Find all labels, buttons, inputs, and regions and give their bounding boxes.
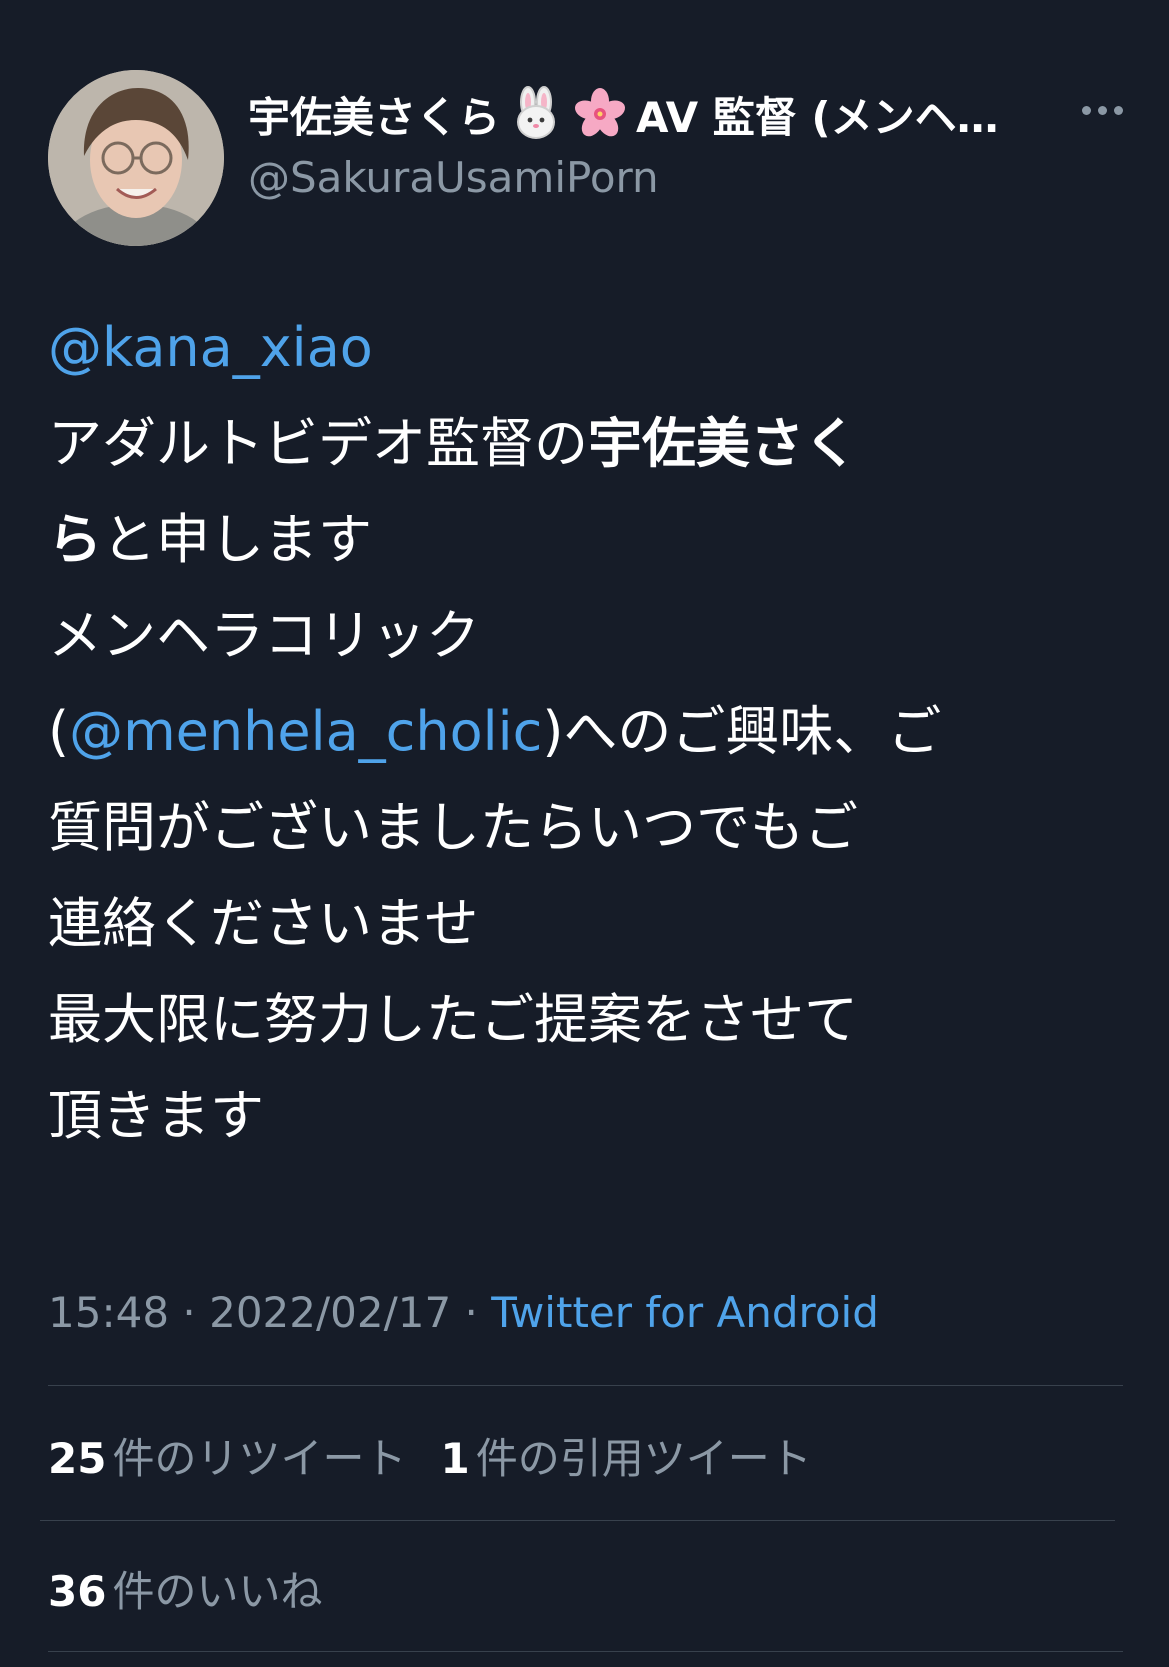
tweet-line-6: 質問がございましたらいつでもご [48, 780, 1128, 876]
tweet-line-5: (@menhela_cholic)へのご興味、ご [48, 684, 1128, 780]
tweet-text-segment: へのご興味、ご [563, 700, 942, 763]
display-name-suffix: AV 監督 (メンヘ… [636, 92, 999, 142]
more-dot [1082, 105, 1091, 115]
meta-separator: · [451, 1288, 492, 1337]
retweet-quote-stats: 25 件のリツイート 1 件の引用ツイート [48, 1425, 846, 1485]
retweets-link[interactable]: 25 件のリツイート [48, 1425, 406, 1486]
tweet-line-1: @kana_xiao [48, 300, 1128, 396]
quote-tweets-count: 1 [440, 1433, 470, 1483]
tweet-text-segment: 質問がございましたらいつでもご [48, 796, 858, 859]
more-options-icon[interactable] [1053, 90, 1123, 130]
tweet-date[interactable]: 2022/02/17 [209, 1288, 451, 1337]
close-paren: ) [542, 700, 564, 763]
likes-link[interactable]: 36 件のいいね [48, 1558, 322, 1619]
divider [40, 1520, 1115, 1521]
tweet-line-4: メンヘラコリック [48, 588, 1128, 684]
tweet-text-segment: メンヘラコリック [48, 604, 480, 667]
display-name-row[interactable]: 宇佐美さくら AV 監督 (メンヘ… [248, 86, 1008, 142]
divider [48, 1651, 1123, 1652]
likes-label: 件のいいね [112, 1566, 323, 1616]
rabbit-face-icon [517, 86, 556, 139]
bold-name-segment: ら [48, 508, 102, 571]
avatar[interactable] [48, 70, 224, 246]
likes-count: 36 [48, 1566, 107, 1616]
mention-link-menhela-cholic[interactable]: @menhela_cholic [69, 700, 542, 763]
tweet-line-2: アダルトビデオ監督の宇佐美さく [48, 396, 1128, 492]
tweet-header: 宇佐美さくら AV 監督 (メンヘ… @SakuraUsamiPorn [48, 60, 1123, 246]
retweets-label: 件のリツイート [112, 1433, 407, 1483]
quote-tweets-label: 件の引用ツイート [475, 1433, 812, 1483]
bold-name-segment: 宇佐美さく [588, 412, 858, 475]
meta-separator: · [169, 1288, 210, 1337]
open-paren: ( [48, 700, 70, 763]
display-name: 宇佐美さくら [248, 92, 501, 142]
tweet-source-link[interactable]: Twitter for Android [491, 1288, 879, 1337]
tweet-text-segment: アダルトビデオ監督の [48, 412, 588, 475]
tweet-line-9: 頂きます [48, 1068, 1128, 1164]
tweet-metadata: 15:48 · 2022/02/17 · Twitter for Android [48, 1288, 879, 1337]
tweet-line-7: 連絡くださいませ [48, 876, 1128, 972]
retweets-count: 25 [48, 1433, 107, 1483]
tweet-line-8: 最大限に努力したご提案をさせて [48, 972, 1128, 1068]
more-dot [1114, 105, 1123, 115]
likes-stats: 36 件のいいね [48, 1558, 356, 1618]
tweet-text-segment: 連絡くださいませ [48, 892, 479, 955]
tweet-text-segment: 頂きます [48, 1084, 264, 1147]
tweet-time[interactable]: 15:48 [48, 1288, 169, 1337]
tweet-text-segment: 最大限に努力したご提案をさせて [48, 988, 858, 1051]
tweet-text-segment: と申します [102, 508, 372, 571]
mention-link-kana-xiao[interactable]: @kana_xiao [48, 316, 373, 379]
divider [48, 1385, 1123, 1386]
quote-tweets-link[interactable]: 1 件の引用ツイート [440, 1425, 811, 1486]
more-dot [1098, 105, 1107, 115]
cherry-blossom-icon [574, 88, 626, 137]
tweet-line-3: らと申します [48, 492, 1128, 588]
user-handle[interactable]: @SakuraUsamiPorn [248, 153, 659, 202]
tweet-text: @kana_xiao アダルトビデオ監督の宇佐美さく らと申します メンヘラコリ… [48, 300, 1128, 1164]
